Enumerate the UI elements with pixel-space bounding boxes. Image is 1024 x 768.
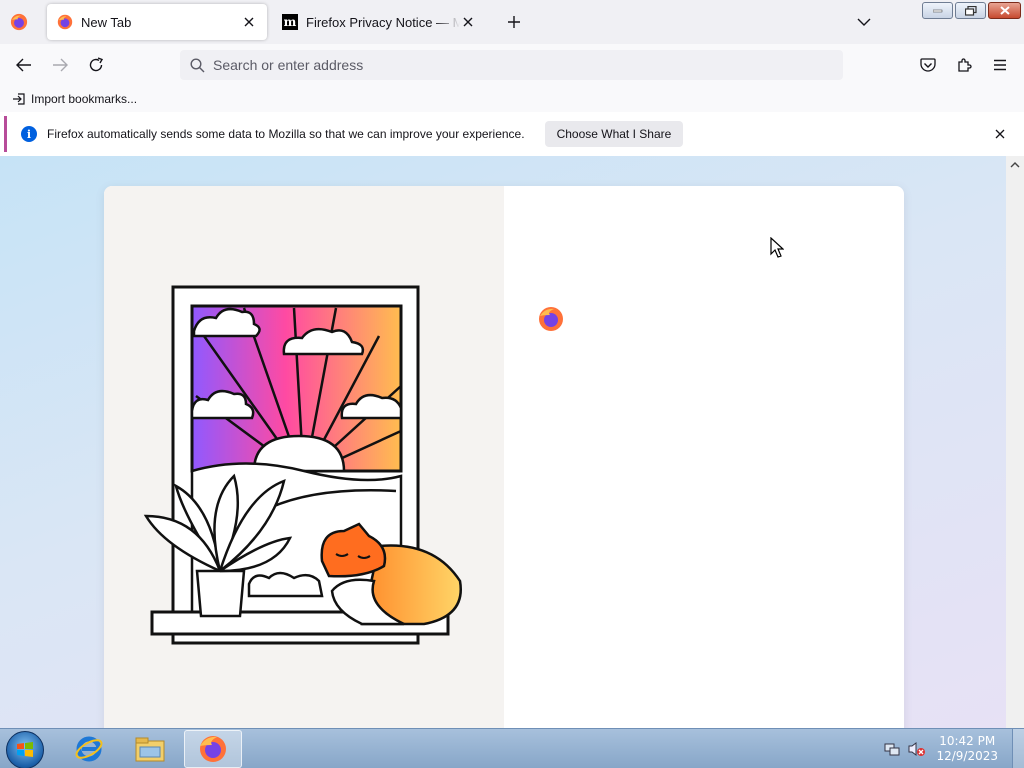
taskbar-firefox[interactable] — [184, 730, 242, 768]
url-bar[interactable] — [180, 50, 843, 80]
back-arrow-icon — [16, 58, 31, 72]
start-button[interactable] — [6, 731, 44, 768]
info-icon: i — [21, 126, 37, 142]
reload-button[interactable] — [84, 53, 108, 77]
navigation-toolbar — [0, 44, 1024, 86]
forward-button[interactable] — [48, 53, 72, 77]
page-content — [0, 156, 1006, 728]
tab-new-tab[interactable]: New Tab — [47, 4, 267, 40]
firefox-icon — [57, 14, 73, 30]
restore-button[interactable] — [955, 2, 986, 19]
plus-icon — [508, 16, 520, 28]
back-button[interactable] — [12, 53, 36, 77]
restore-icon — [964, 5, 977, 16]
network-icon[interactable] — [884, 741, 900, 757]
hamburger-menu-icon — [994, 59, 1006, 71]
chevron-down-icon — [857, 18, 871, 26]
mozilla-m-icon: m — [282, 14, 298, 30]
notification-message: Firefox automatically sends some data to… — [47, 127, 525, 141]
taskbar-internet-explorer[interactable] — [60, 730, 118, 768]
tab-privacy-notice[interactable]: m Firefox Privacy Notice — Mozilla — [272, 4, 486, 40]
app-menu-button[interactable] — [988, 53, 1012, 77]
firefox-logo-icon — [539, 307, 563, 331]
illustration-panel — [104, 186, 504, 728]
firefox-menu-icon[interactable] — [10, 13, 28, 31]
firefox-icon — [200, 736, 226, 762]
internet-explorer-icon — [75, 736, 103, 762]
mouse-cursor-icon — [770, 237, 784, 258]
reload-icon — [89, 57, 104, 72]
close-tab-icon[interactable] — [460, 14, 476, 30]
volume-muted-icon[interactable] — [908, 741, 926, 757]
taskbar: 10:42 PM 12/9/2023 — [0, 728, 1024, 768]
extensions-button[interactable] — [952, 53, 976, 77]
choose-what-i-share-button[interactable]: Choose What I Share — [544, 121, 684, 147]
import-bookmarks-button[interactable]: Import bookmarks... — [12, 92, 137, 106]
minimize-button[interactable] — [922, 2, 953, 19]
show-desktop-button[interactable] — [1012, 729, 1024, 768]
system-tray: 10:42 PM 12/9/2023 — [884, 729, 1024, 768]
import-icon — [13, 93, 25, 105]
clock-date: 12/9/2023 — [936, 749, 998, 763]
minimize-icon — [932, 9, 942, 12]
taskbar-file-explorer[interactable] — [121, 730, 179, 768]
forward-arrow-icon — [53, 58, 68, 72]
pocket-icon — [920, 57, 936, 72]
close-notification-button[interactable] — [992, 126, 1008, 142]
import-bookmarks-label: Import bookmarks... — [31, 92, 138, 106]
window-controls — [922, 2, 1021, 19]
vertical-scrollbar[interactable] — [1006, 156, 1024, 728]
windows-logo-icon — [17, 742, 33, 757]
scroll-up-button[interactable] — [1009, 159, 1021, 171]
new-tab-button[interactable] — [504, 12, 524, 32]
close-icon — [995, 129, 1005, 139]
close-window-button[interactable] — [988, 2, 1021, 19]
list-all-tabs-button[interactable] — [854, 12, 874, 32]
system-clock[interactable]: 10:42 PM 12/9/2023 — [936, 734, 998, 764]
onboarding-card — [104, 186, 904, 728]
file-explorer-icon — [135, 737, 165, 762]
data-reporting-notification: i Firefox automatically sends some data … — [4, 116, 1020, 152]
close-icon — [999, 6, 1010, 15]
bookmarks-toolbar: Import bookmarks... — [0, 86, 1024, 112]
tab-title: New Tab — [81, 14, 132, 30]
fox-window-illustration — [143, 285, 462, 645]
address-input[interactable] — [213, 57, 813, 73]
tab-strip: New Tab m Firefox Privacy Notice — Mozil… — [0, 0, 1024, 44]
search-icon — [190, 57, 205, 72]
close-tab-icon[interactable] — [241, 14, 257, 30]
tab-title: Firefox Privacy Notice — Mozilla — [306, 14, 460, 30]
puzzle-icon — [958, 58, 972, 72]
clock-time: 10:42 PM — [939, 734, 996, 748]
pocket-button[interactable] — [916, 53, 940, 77]
chevron-up-icon — [1010, 162, 1020, 168]
